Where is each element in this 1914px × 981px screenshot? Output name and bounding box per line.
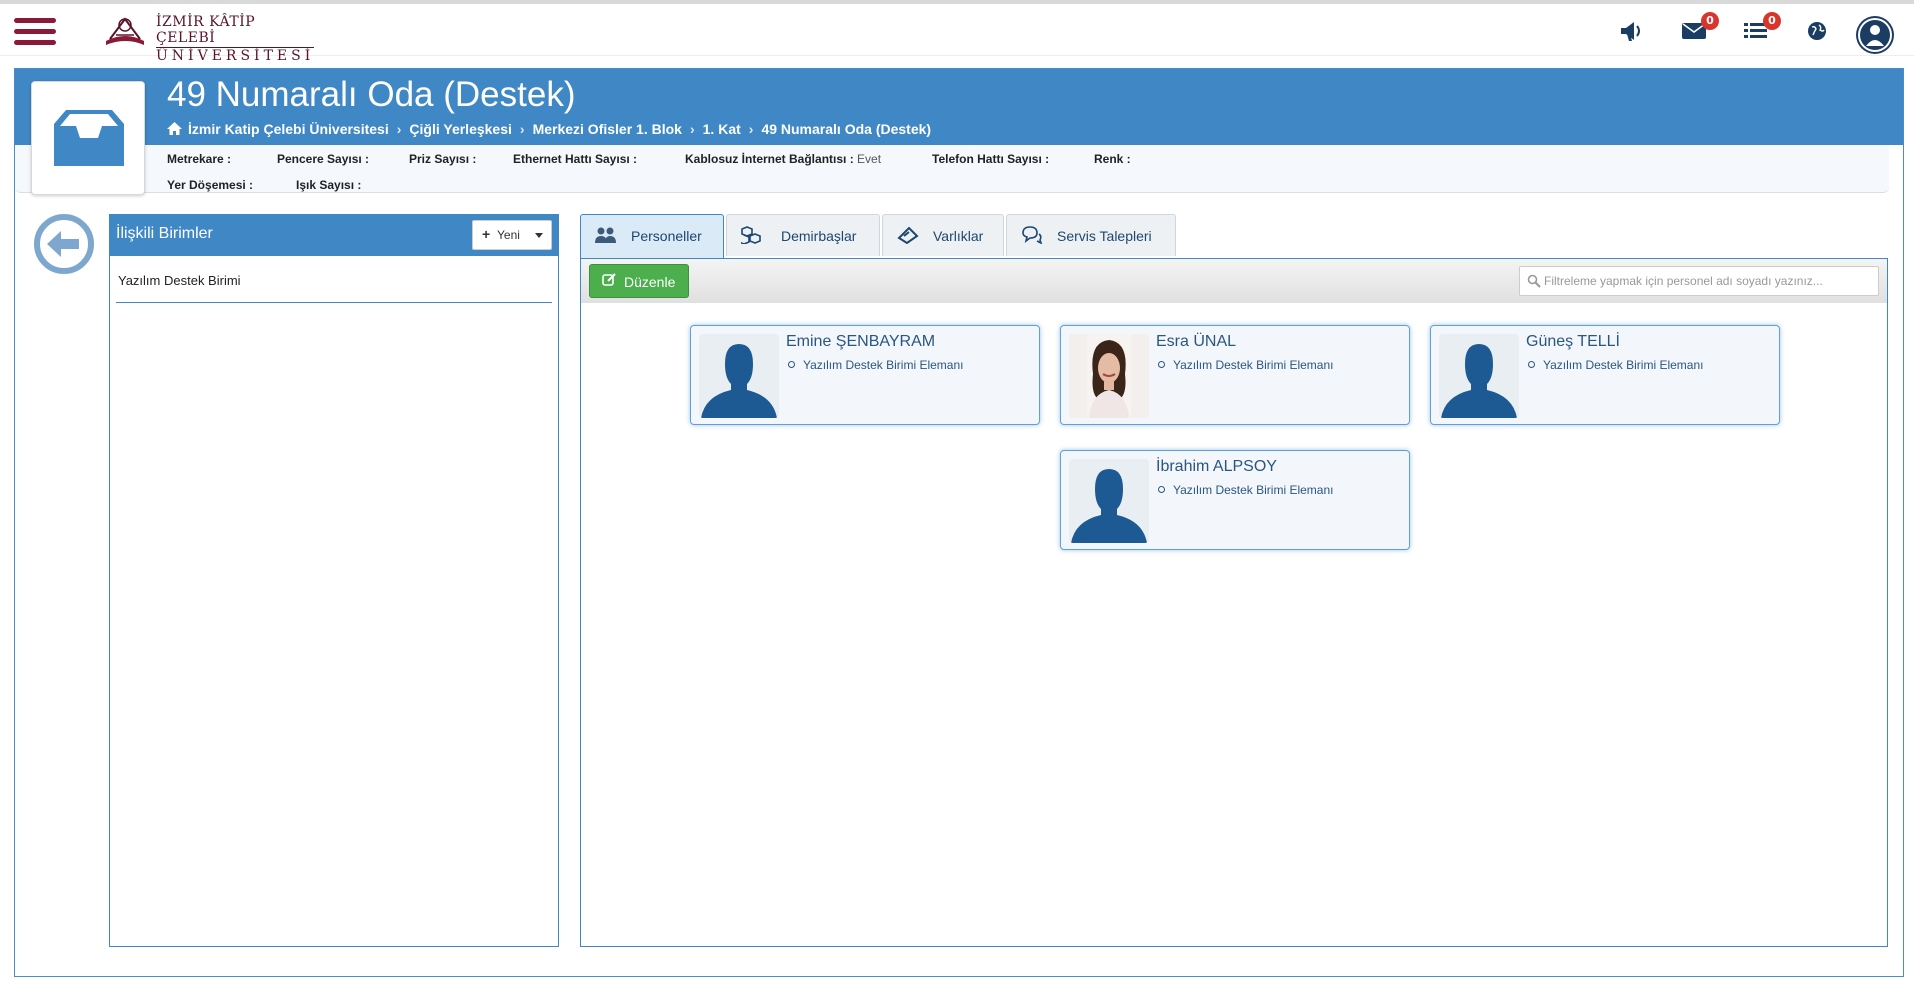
room-icon	[31, 81, 145, 195]
chevron-right-icon: ›	[748, 121, 754, 137]
breadcrumb: İzmir Katip Çelebi Üniversitesi › Çiğli Ye…	[167, 121, 931, 137]
breadcrumb-building[interactable]: Merkezi Ofisler 1. Blok	[533, 121, 682, 137]
person-name: Güneş TELLİ	[1526, 333, 1620, 350]
personnel-card[interactable]: Emine ŞENBAYRAM Yazılım Destek Birimi El…	[690, 325, 1040, 425]
messages-badge: 0	[1701, 12, 1719, 30]
person-role: Yazılım Destek Birimi Elemanı	[1173, 358, 1334, 372]
prop-ethernet: Ethernet Hattı Sayısı :	[513, 152, 638, 166]
tab-servis-talepleri[interactable]: Servis Talepleri	[1006, 214, 1176, 256]
plus-icon: +	[482, 226, 491, 242]
person-silhouette-icon	[699, 334, 779, 418]
breadcrumb-campus[interactable]: Çiğli Yerleşkesi	[409, 121, 511, 137]
comments-icon	[1022, 226, 1043, 244]
caret-down-icon	[535, 233, 543, 238]
prop-flooring: Yer Döşemesi :	[167, 178, 254, 192]
breadcrumb-room[interactable]: 49 Numaralı Oda (Destek)	[761, 121, 931, 137]
prop-wireless: Kablosuz İnternet Bağlantısı : Evet	[685, 152, 882, 166]
announcements-icon[interactable]	[1618, 18, 1648, 46]
users-icon	[595, 227, 616, 243]
edit-button-label: Düzenle	[624, 274, 676, 290]
related-units-title: İlişkili Birimler	[116, 225, 213, 242]
prop-phone: Telefon Hattı Sayısı :	[932, 152, 1050, 166]
personnel-panel: Düzenle Emine ŞENBAYRAM Yazılım Destek B…	[580, 258, 1888, 947]
person-photo	[1069, 334, 1149, 418]
university-logo[interactable]: İZMİR KÂTİP ÇELEBİ ÜNİVERSİTESİ	[100, 11, 315, 64]
personnel-card[interactable]: Güneş TELLİ Yazılım Destek Birimi Eleman…	[1430, 325, 1780, 425]
bullet-icon	[788, 361, 795, 368]
person-role: Yazılım Destek Birimi Elemanı	[803, 358, 964, 372]
logo-line-2: ÜNİVERSİTESİ	[156, 47, 315, 64]
tab-servis-talepleri-label: Servis Talepleri	[1057, 228, 1152, 244]
top-bar: İZMİR KÂTİP ÇELEBİ ÜNİVERSİTESİ 0 0	[0, 0, 1914, 64]
menu-icon[interactable]	[14, 18, 56, 48]
prop-color: Renk :	[1094, 152, 1131, 166]
prop-area: Metrekare :	[167, 152, 232, 166]
cubes-icon	[741, 226, 761, 244]
person-silhouette-icon	[1439, 334, 1519, 418]
tab-personeller[interactable]: Personeller	[580, 214, 724, 258]
chevron-right-icon: ›	[689, 121, 695, 137]
edit-button[interactable]: Düzenle	[589, 264, 689, 298]
person-name: Esra ÜNAL	[1156, 333, 1237, 350]
bullet-icon	[1158, 361, 1165, 368]
personnel-toolbar: Düzenle	[581, 259, 1887, 303]
list-item[interactable]: Yazılım Destek Birimi	[116, 267, 552, 303]
breadcrumb-university[interactable]: İzmir Katip Çelebi Üniversitesi	[188, 121, 389, 137]
personnel-filter-input[interactable]	[1544, 271, 1874, 291]
related-units-header: İlişkili Birimler + Yeni	[110, 215, 558, 256]
person-role: Yazılım Destek Birimi Elemanı	[1173, 483, 1334, 497]
prop-lights: Işık Sayısı :	[296, 178, 362, 192]
person-name: İbrahim ALPSOY	[1156, 458, 1277, 475]
personnel-card[interactable]: Esra ÜNAL Yazılım Destek Birimi Elemanı	[1060, 325, 1410, 425]
new-unit-label: Yeni	[497, 228, 520, 242]
ticket-icon	[897, 226, 919, 244]
prop-sockets: Priz Sayısı :	[409, 152, 477, 166]
tab-varliklar[interactable]: Varlıklar	[882, 214, 1004, 256]
edit-icon	[602, 273, 616, 286]
person-silhouette-icon	[1069, 459, 1149, 543]
back-arrow-icon[interactable]	[33, 213, 95, 275]
breadcrumb-floor[interactable]: 1. Kat	[703, 121, 741, 137]
bullet-icon	[1528, 361, 1535, 368]
related-units-panel: İlişkili Birimler + Yeni Yazılım Destek …	[109, 214, 559, 947]
tasks-badge: 0	[1763, 12, 1781, 30]
personnel-card[interactable]: İbrahim ALPSOY Yazılım Destek Birimi Ele…	[1060, 450, 1410, 550]
messages-icon[interactable]: 0	[1681, 12, 1719, 46]
home-icon[interactable]	[167, 122, 182, 135]
room-title: 49 Numaralı Oda (Destek)	[167, 75, 576, 114]
logo-line-1: İZMİR KÂTİP ÇELEBİ	[156, 14, 256, 46]
search-icon	[1527, 274, 1541, 288]
chevron-right-icon: ›	[519, 121, 525, 137]
globe-icon[interactable]	[1805, 18, 1835, 46]
chevron-right-icon: ›	[396, 121, 402, 137]
tab-varliklar-label: Varlıklar	[933, 228, 984, 244]
new-unit-button[interactable]: + Yeni	[472, 220, 552, 250]
person-role: Yazılım Destek Birimi Elemanı	[1543, 358, 1704, 372]
user-avatar[interactable]	[1856, 16, 1894, 54]
tab-demirbaslar-label: Demirbaşlar	[781, 228, 857, 244]
bullet-icon	[1158, 486, 1165, 493]
personnel-filter[interactable]	[1519, 266, 1879, 296]
tasks-icon[interactable]: 0	[1743, 12, 1781, 46]
prop-windows: Pencere Sayısı :	[277, 152, 370, 166]
person-name: Emine ŞENBAYRAM	[786, 333, 936, 350]
tab-personeller-label: Personeller	[631, 228, 702, 244]
tab-demirbaslar[interactable]: Demirbaşlar	[726, 214, 880, 256]
